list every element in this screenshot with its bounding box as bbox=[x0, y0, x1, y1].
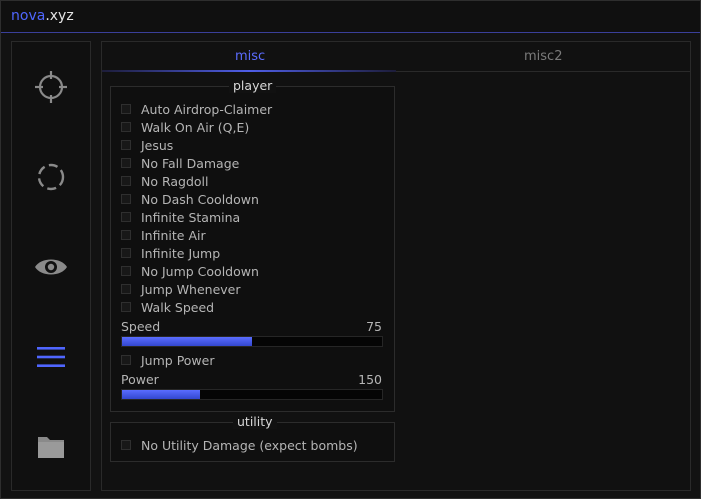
option-infinite-jump[interactable]: Infinite Jump bbox=[121, 245, 220, 261]
speed-slider-label: Speed bbox=[121, 319, 161, 334]
speed-slider-fill bbox=[122, 337, 252, 346]
option-walk-on-air[interactable]: Walk On Air (Q,E) bbox=[121, 119, 249, 135]
tab-divider bbox=[396, 71, 690, 72]
player-group: player Auto Airdrop-Claimer Walk On Air … bbox=[110, 79, 395, 412]
option-no-utility-damage[interactable]: No Utility Damage (expect bombs) bbox=[121, 437, 358, 453]
checkbox[interactable] bbox=[121, 122, 131, 132]
refresh-icon[interactable] bbox=[33, 159, 69, 195]
checkbox[interactable] bbox=[121, 248, 131, 258]
checkbox[interactable] bbox=[121, 302, 131, 312]
speed-slider[interactable] bbox=[121, 336, 383, 347]
option-label: Jesus bbox=[141, 137, 174, 153]
option-infinite-air[interactable]: Infinite Air bbox=[121, 227, 206, 243]
app-title-suffix: .xyz bbox=[45, 8, 74, 24]
app-title-brand: nova bbox=[11, 8, 46, 24]
tab-misc[interactable]: misc bbox=[235, 49, 265, 64]
checkbox[interactable] bbox=[121, 440, 131, 450]
utility-group-title: utility bbox=[233, 415, 277, 429]
option-label: No Ragdoll bbox=[141, 173, 209, 189]
power-slider-label: Power bbox=[121, 372, 159, 387]
content-panel: misc misc2 player Auto Airdrop-Claimer W… bbox=[101, 41, 691, 491]
option-no-fall-damage[interactable]: No Fall Damage bbox=[121, 155, 239, 171]
checkbox[interactable] bbox=[121, 284, 131, 294]
checkbox[interactable] bbox=[121, 194, 131, 204]
app-window: nova.xyz misc misc2 player Auto Airdrop-… bbox=[0, 0, 701, 499]
player-group-title: player bbox=[229, 79, 277, 93]
power-slider[interactable] bbox=[121, 389, 383, 400]
menu-icon[interactable] bbox=[33, 339, 69, 375]
option-label: Walk On Air (Q,E) bbox=[141, 119, 250, 135]
checkbox[interactable] bbox=[121, 355, 131, 365]
checkbox[interactable] bbox=[121, 158, 131, 168]
option-no-jump-cooldown[interactable]: No Jump Cooldown bbox=[121, 263, 259, 279]
folder-icon[interactable] bbox=[33, 429, 69, 465]
checkbox[interactable] bbox=[121, 230, 131, 240]
option-label: Jump Whenever bbox=[141, 281, 241, 297]
option-label: No Dash Cooldown bbox=[141, 191, 259, 207]
option-no-ragdoll[interactable]: No Ragdoll bbox=[121, 173, 209, 189]
checkbox[interactable] bbox=[121, 212, 131, 222]
tab-misc2[interactable]: misc2 bbox=[524, 49, 562, 64]
power-slider-fill bbox=[122, 390, 200, 399]
option-label: Infinite Stamina bbox=[141, 209, 241, 225]
option-jesus[interactable]: Jesus bbox=[121, 137, 173, 153]
option-infinite-stamina[interactable]: Infinite Stamina bbox=[121, 209, 240, 225]
checkbox[interactable] bbox=[121, 104, 131, 114]
app-title: nova.xyz bbox=[11, 8, 74, 24]
option-auto-airdrop-claimer[interactable]: Auto Airdrop-Claimer bbox=[121, 101, 272, 117]
option-label: Infinite Air bbox=[141, 227, 206, 243]
option-jump-whenever[interactable]: Jump Whenever bbox=[121, 281, 241, 297]
active-tab-indicator bbox=[102, 70, 396, 72]
option-no-dash-cooldown[interactable]: No Dash Cooldown bbox=[121, 191, 259, 207]
utility-group: utility No Utility Damage (expect bombs) bbox=[110, 415, 395, 462]
option-label: No Jump Cooldown bbox=[141, 263, 259, 279]
checkbox[interactable] bbox=[121, 266, 131, 276]
checkbox[interactable] bbox=[121, 140, 131, 150]
power-slider-value: 150 bbox=[358, 372, 382, 387]
option-label: No Utility Damage (expect bombs) bbox=[141, 437, 358, 453]
option-walk-speed[interactable]: Walk Speed bbox=[121, 299, 214, 315]
titlebar: nova.xyz bbox=[1, 1, 700, 33]
option-label: Walk Speed bbox=[141, 299, 215, 315]
crosshair-icon[interactable] bbox=[33, 69, 69, 105]
option-jump-power[interactable]: Jump Power bbox=[121, 352, 215, 368]
checkbox[interactable] bbox=[121, 176, 131, 186]
speed-slider-value: 75 bbox=[366, 319, 382, 334]
option-label: Infinite Jump bbox=[141, 245, 221, 261]
option-label: Jump Power bbox=[141, 352, 215, 368]
option-label: Auto Airdrop-Claimer bbox=[141, 101, 273, 117]
sidebar bbox=[11, 41, 91, 491]
tab-bar: misc misc2 bbox=[102, 42, 690, 72]
eye-icon[interactable] bbox=[33, 249, 69, 285]
option-label: No Fall Damage bbox=[141, 155, 240, 171]
